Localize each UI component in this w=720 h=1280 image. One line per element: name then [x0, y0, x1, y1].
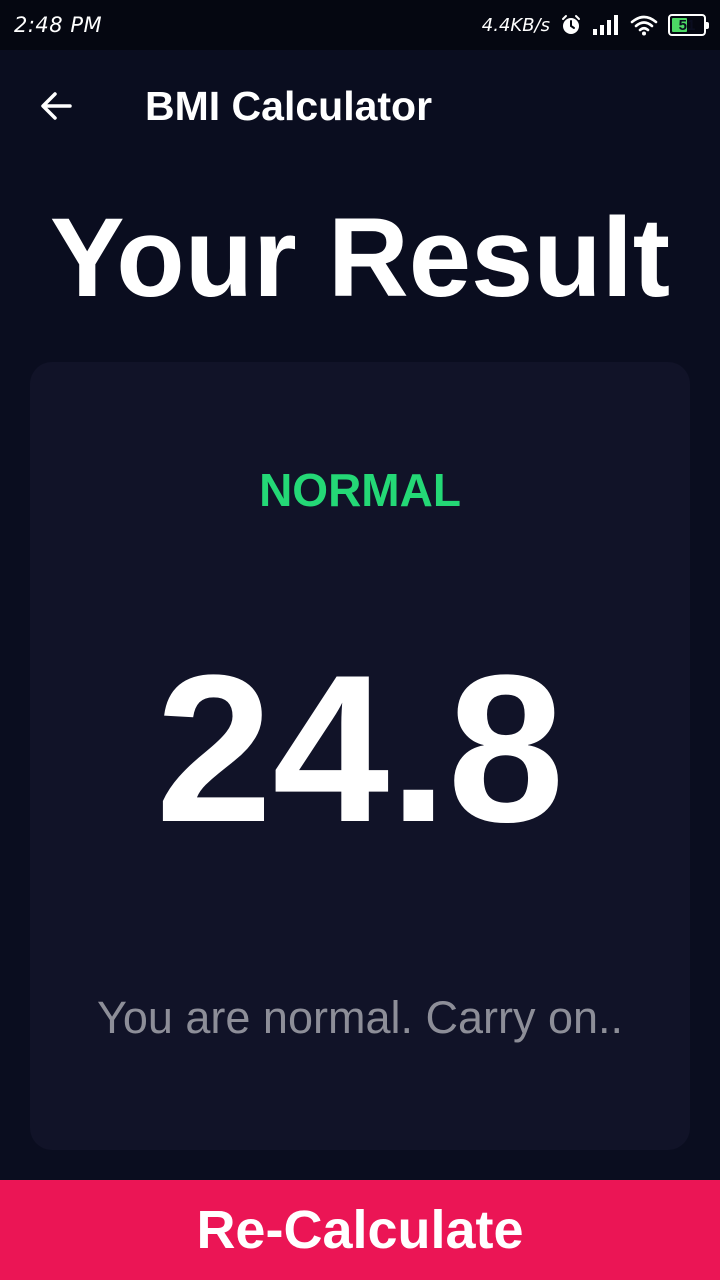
recalculate-button[interactable]: Re-Calculate — [0, 1180, 720, 1280]
app-bar: BMI Calculator — [0, 50, 720, 162]
battery-icon: 51 — [668, 14, 709, 36]
bmi-message: You are normal. Carry on.. — [96, 992, 624, 1043]
alarm-icon — [560, 14, 582, 36]
status-icons: 4.4KB/s 51 — [481, 14, 709, 36]
wifi-icon — [630, 14, 658, 36]
signal-icon — [592, 14, 620, 36]
status-bar: 2:48 PM 4.4KB/s 51 — [0, 0, 720, 50]
status-time: 2:48 PM — [14, 13, 103, 37]
arrow-left-icon — [38, 88, 74, 124]
bmi-status-label: NORMAL — [259, 464, 461, 516]
result-card: NORMAL 24.8 You are normal. Carry on.. — [30, 362, 690, 1150]
battery-level: 51 — [678, 16, 696, 34]
network-speed: 4.4KB/s — [481, 14, 550, 36]
app-title: BMI Calculator — [145, 82, 433, 129]
back-button[interactable] — [0, 50, 112, 162]
bmi-result-screen: 2:48 PM 4.4KB/s 51 BMI Calculator Your R… — [0, 0, 720, 1280]
bmi-value: 24.8 — [155, 631, 565, 866]
page-title: Your Result — [49, 195, 671, 320]
